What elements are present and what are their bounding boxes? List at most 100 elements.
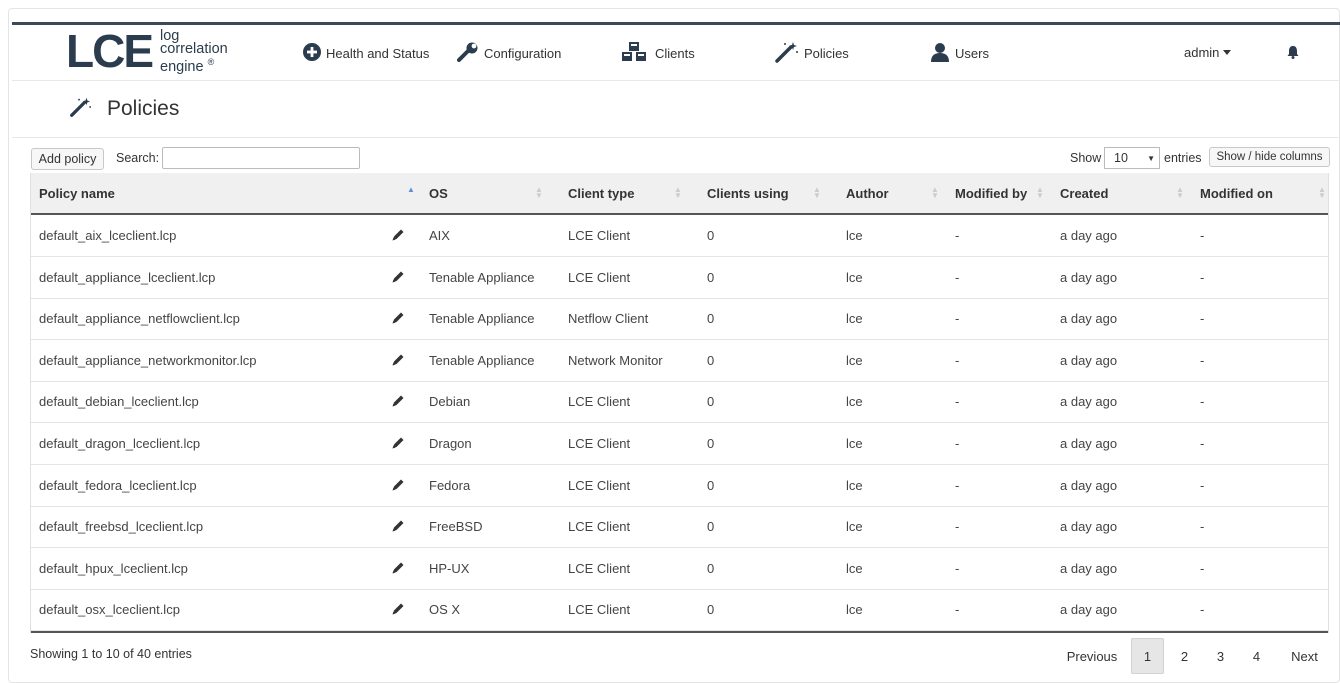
pagination-previous[interactable]: Previous	[1057, 638, 1127, 674]
cell-policy-name[interactable]: default_debian_lceclient.lcp	[39, 381, 199, 422]
cell-policy-name[interactable]: default_hpux_lceclient.lcp	[39, 548, 188, 589]
table-row[interactable]: default_debian_lceclient.lcp Debian LCE Cl…	[30, 381, 1329, 424]
cell-policy-name[interactable]: default_appliance_netflowclient.lcp	[39, 298, 240, 339]
pencil-edit-icon[interactable]	[391, 353, 405, 370]
cell-modified-by: -	[955, 560, 960, 576]
pencil-edit-icon[interactable]	[391, 478, 405, 495]
sort-icon[interactable]: ▲ ▼	[674, 186, 682, 200]
nav-configuration[interactable]: Configuration	[457, 42, 561, 64]
nav-configuration-label: Configuration	[484, 45, 562, 61]
cell-client-type: LCE Client	[568, 436, 631, 451]
cell-created: a day ago	[1060, 436, 1118, 451]
cell-policy-name[interactable]: default_fedora_lceclient.lcp	[39, 465, 197, 506]
pencil-edit-icon[interactable]	[391, 394, 405, 411]
cell-client-type: LCE Client	[568, 228, 631, 243]
nav-clients[interactable]: Clients	[620, 41, 695, 66]
table-row[interactable]: default_dragon_lceclient.lcp Dragon LCE Cl…	[30, 423, 1329, 465]
cell-policy-name[interactable]: default_dragon_lceclient.lcp	[39, 423, 200, 464]
table-row[interactable]: default_appliance_networkmonitor.lcp Tena…	[30, 340, 1329, 382]
cell-os: Fedora	[429, 477, 471, 493]
nav-health-and-status[interactable]: Health and Status	[303, 42, 429, 64]
cell-created: a day ago	[1060, 394, 1118, 410]
table-row[interactable]: default_appliance_netflowclient.lcp Tenab…	[30, 298, 1329, 341]
pencil-edit-icon[interactable]	[391, 270, 405, 287]
pagination-page[interactable]: 3	[1204, 638, 1237, 674]
sort-icon[interactable]: ▲ ▼	[535, 186, 543, 200]
show-hide-columns-button[interactable]: Show / hide columns	[1209, 147, 1330, 167]
search-input[interactable]	[162, 147, 360, 169]
pagination-page[interactable]: 2	[1168, 638, 1201, 674]
pencil-edit-icon[interactable]	[391, 228, 405, 245]
cubes-icon	[620, 41, 655, 66]
column-header-created[interactable]: Created	[1060, 173, 1108, 213]
sort-icon[interactable]: ▲ ▼	[1318, 186, 1326, 200]
sort-icon[interactable]: ▲ ▼	[931, 186, 939, 200]
cell-author: lce	[846, 228, 863, 243]
sort-ascending-icon[interactable]: ▲	[407, 186, 415, 194]
cell-created: a day ago	[1060, 352, 1118, 368]
cell-policy-name[interactable]: default_freebsd_lceclient.lcp	[39, 506, 203, 547]
table-header: Policy name ▲ OS ▲ ▼ Client type ▲ ▼ Clien…	[30, 173, 1329, 215]
cell-author: lce	[846, 519, 863, 535]
table-right-border	[1328, 173, 1329, 633]
cell-author: lce	[846, 436, 863, 451]
pencil-edit-icon[interactable]	[391, 602, 405, 619]
sort-icon[interactable]: ▲ ▼	[1176, 186, 1184, 200]
pagination-page[interactable]: 4	[1240, 638, 1273, 674]
cell-author: lce	[846, 311, 863, 327]
nav-policies[interactable]: Policies	[773, 41, 849, 64]
sort-icon[interactable]: ▲ ▼	[1036, 186, 1044, 200]
cell-os: FreeBSD	[429, 519, 483, 535]
table-row[interactable]: default_fedora_lceclient.lcp Fedora LCE Cl…	[30, 465, 1329, 507]
cell-author: lce	[846, 352, 863, 368]
cell-client-type: LCE Client	[568, 519, 631, 535]
cell-author: lce	[846, 269, 863, 285]
column-header-modified-by[interactable]: Modified by	[955, 173, 1027, 213]
cell-policy-name[interactable]: default_appliance_lceclient.lcp	[39, 257, 215, 298]
entries-per-page-select[interactable]: 10 ▼	[1104, 147, 1160, 169]
logo-text: log correlation engine ®	[160, 29, 228, 74]
bell-icon[interactable]	[1287, 45, 1299, 62]
page-title: Policies	[107, 96, 180, 120]
pagination-page-current[interactable]: 1	[1131, 638, 1164, 674]
cell-policy-name[interactable]: default_osx_lceclient.lcp	[39, 589, 180, 630]
pencil-edit-icon[interactable]	[391, 436, 405, 453]
cell-created: a day ago	[1060, 519, 1118, 535]
table-row[interactable]: default_osx_lceclient.lcp OS X LCE Client 0…	[30, 589, 1329, 632]
cell-modified-by: -	[955, 269, 960, 285]
cell-policy-name[interactable]: default_aix_lceclient.lcp	[39, 215, 176, 256]
logo-mark: LCE	[66, 25, 154, 77]
cell-clients-using: 0	[707, 228, 715, 243]
table-row[interactable]: default_appliance_lceclient.lcp Tenable A…	[30, 257, 1329, 299]
column-header-clients-using[interactable]: Clients using	[707, 173, 789, 213]
column-header-author[interactable]: Author	[846, 173, 889, 213]
table-row[interactable]: default_freebsd_lceclient.lcp FreeBSD LCE …	[30, 506, 1329, 549]
table-row[interactable]: default_aix_lceclient.lcp AIX LCE Client 0 l…	[30, 215, 1329, 257]
lce-logo[interactable]: LCE log correlation engine ®	[66, 28, 228, 74]
cell-client-type: LCE Client	[568, 269, 631, 285]
search-label: Search:	[116, 151, 160, 165]
cell-clients-using: 0	[707, 560, 715, 576]
pencil-edit-icon[interactable]	[391, 561, 405, 578]
cell-policy-name[interactable]: default_appliance_networkmonitor.lcp	[39, 340, 257, 381]
column-header-os[interactable]: OS	[429, 173, 448, 213]
table-row[interactable]: default_hpux_lceclient.lcp HP-UX LCE Clien…	[30, 548, 1329, 590]
user-icon	[930, 42, 955, 65]
column-header-modified-on[interactable]: Modified on	[1200, 173, 1273, 213]
pagination-next[interactable]: Next	[1282, 638, 1327, 674]
pencil-edit-icon[interactable]	[391, 311, 405, 328]
cell-clients-using: 0	[707, 352, 715, 368]
pencil-edit-icon[interactable]	[391, 519, 405, 536]
table-left-border	[30, 173, 31, 633]
sort-icon[interactable]: ▲ ▼	[813, 186, 821, 200]
user-menu[interactable]: admin	[1184, 45, 1232, 60]
nav-users[interactable]: Users	[930, 42, 989, 64]
cell-modified-by: -	[955, 311, 960, 327]
cell-modified-by: -	[955, 394, 960, 410]
add-policy-button[interactable]: Add policy	[31, 148, 104, 170]
cell-created: a day ago	[1060, 477, 1118, 493]
cell-os: Dragon	[429, 436, 472, 451]
column-header-policy-name[interactable]: Policy name	[39, 173, 115, 213]
column-header-client-type[interactable]: Client type	[568, 173, 634, 213]
cell-os: Tenable Appliance	[429, 269, 535, 285]
